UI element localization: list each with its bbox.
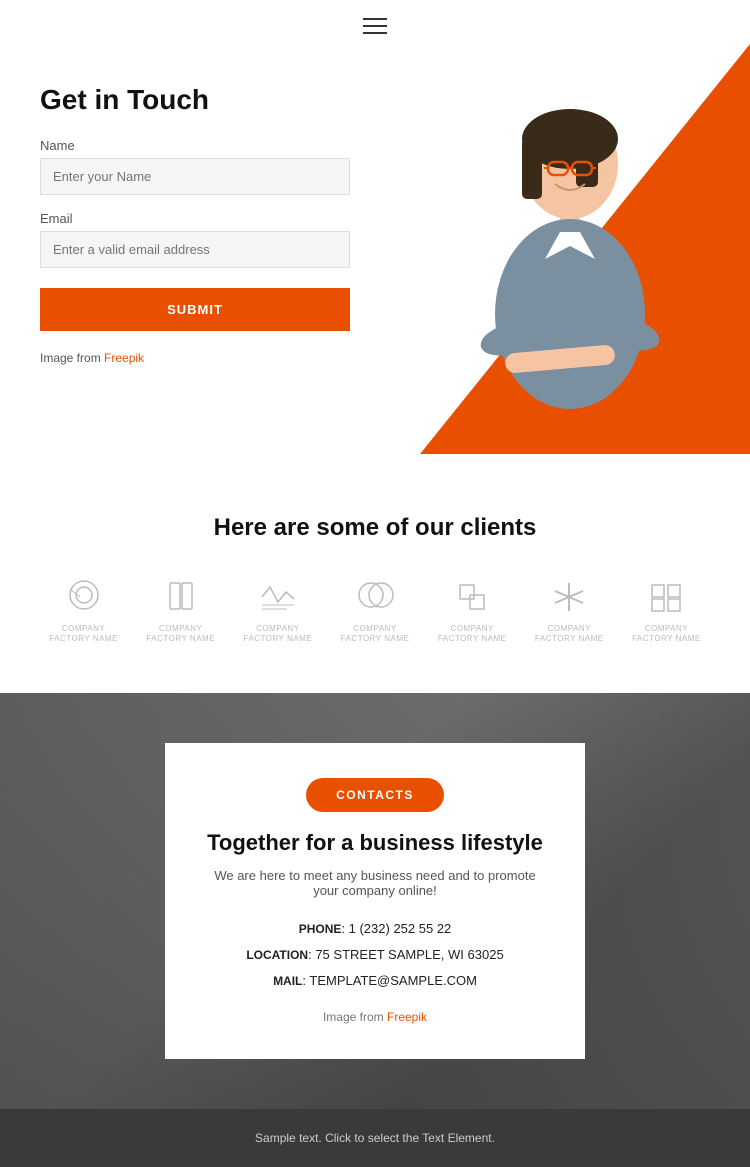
hero-image <box>320 74 750 464</box>
mail-value: TEMPLATE@SAMPLE.COM <box>309 973 477 988</box>
contacts-button[interactable]: CONTACTS <box>306 778 444 812</box>
contacts-subtitle: We are here to meet any business need an… <box>205 868 545 898</box>
client-logo-label-3: COMPANYFACTORY NAME <box>244 624 313 643</box>
footer: Sample text. Click to select the Text El… <box>0 1109 750 1167</box>
contact-form: Get in Touch Name Email SUBMIT Image fro… <box>40 84 350 365</box>
company-logo-icon-5 <box>446 577 498 619</box>
client-logo-label-4: COMPANYFACTORY NAME <box>341 624 410 643</box>
contacts-section: CONTACTS Together for a business lifesty… <box>0 693 750 1109</box>
company-logo-icon-4 <box>349 577 401 619</box>
header <box>0 0 750 44</box>
clients-section: Here are some of our clients COMPANYFACT… <box>0 464 750 693</box>
client-logo-5: COMPANYFACTORY NAME <box>438 577 507 643</box>
client-logo-7: COMPANYFACTORY NAME <box>632 577 701 643</box>
contacts-card: CONTACTS Together for a business lifesty… <box>165 743 585 1059</box>
submit-button[interactable]: SUBMIT <box>40 288 350 331</box>
name-input[interactable] <box>40 158 350 195</box>
menu-icon[interactable] <box>363 18 387 34</box>
phone-info: PHONE: 1 (232) 252 55 22 <box>205 916 545 942</box>
client-logo-2: COMPANYFACTORY NAME <box>146 577 215 643</box>
mail-label: MAIL <box>273 974 302 988</box>
contact-info: PHONE: 1 (232) 252 55 22 LOCATION: 75 ST… <box>205 916 545 994</box>
email-field-group: Email <box>40 211 350 268</box>
contacts-heading: Together for a business lifestyle <box>205 830 545 856</box>
contact-section: Get in Touch Name Email SUBMIT Image fro… <box>0 44 750 464</box>
contacts-freepik-link[interactable]: Freepik <box>387 1010 427 1024</box>
client-logo-6: COMPANYFACTORY NAME <box>535 577 604 643</box>
contacts-image-credit: Image from Freepik <box>205 1010 545 1024</box>
client-logo-1: COMPANYFACTORY NAME <box>49 577 118 643</box>
client-logo-label-6: COMPANYFACTORY NAME <box>535 624 604 643</box>
clients-title: Here are some of our clients <box>40 514 710 542</box>
contact-title: Get in Touch <box>40 84 350 116</box>
company-logo-icon-3 <box>252 577 304 619</box>
client-logo-4: COMPANYFACTORY NAME <box>341 577 410 643</box>
name-field-group: Name <box>40 138 350 195</box>
clients-logos-row: COMPANYFACTORY NAME COMPANYFACTORY NAME … <box>40 577 710 643</box>
company-logo-icon-6 <box>543 577 595 619</box>
image-credit: Image from Freepik <box>40 351 350 365</box>
client-logo-3: COMPANYFACTORY NAME <box>244 577 313 643</box>
name-label: Name <box>40 138 350 153</box>
phone-label: PHONE <box>299 922 342 936</box>
location-value: 75 STREET SAMPLE, WI 63025 <box>315 947 503 962</box>
client-logo-label-7: COMPANYFACTORY NAME <box>632 624 701 643</box>
location-label: LOCATION <box>246 948 308 962</box>
email-input[interactable] <box>40 231 350 268</box>
email-label: Email <box>40 211 350 226</box>
client-logo-label-1: COMPANYFACTORY NAME <box>49 624 118 643</box>
phone-value: 1 (232) 252 55 22 <box>349 921 452 936</box>
client-logo-label-2: COMPANYFACTORY NAME <box>146 624 215 643</box>
footer-text[interactable]: Sample text. Click to select the Text El… <box>40 1131 710 1145</box>
company-logo-icon-1 <box>58 577 110 619</box>
company-logo-icon-7 <box>640 577 692 619</box>
freepik-link[interactable]: Freepik <box>104 351 144 365</box>
company-logo-icon-2 <box>155 577 207 619</box>
mail-info: MAIL: TEMPLATE@SAMPLE.COM <box>205 968 545 994</box>
location-info: LOCATION: 75 STREET SAMPLE, WI 63025 <box>205 942 545 968</box>
client-logo-label-5: COMPANYFACTORY NAME <box>438 624 507 643</box>
